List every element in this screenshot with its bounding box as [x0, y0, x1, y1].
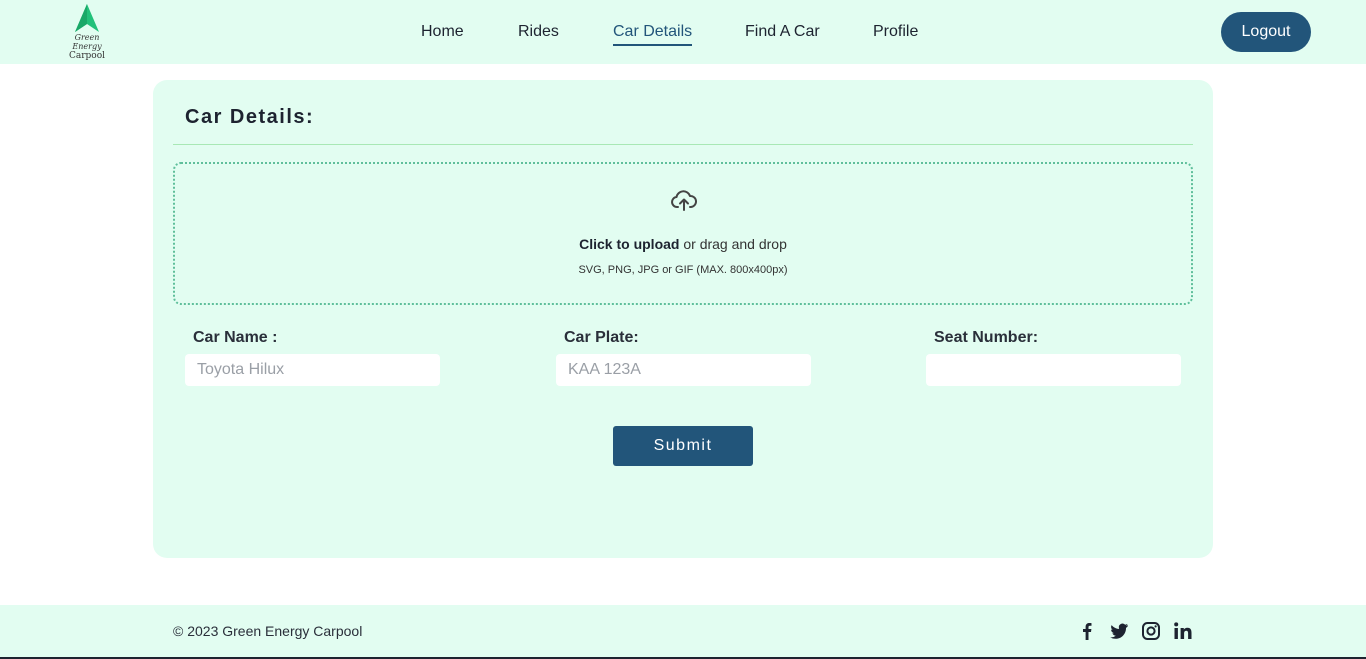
seat-number-label: Seat Number:	[934, 329, 1039, 346]
seat-number-input[interactable]	[926, 354, 1181, 386]
nav-home[interactable]: Home	[421, 22, 464, 42]
nav-rides[interactable]: Rides	[518, 22, 559, 42]
upload-format-hint: SVG, PNG, JPG or GIF (MAX. 800x400px)	[578, 264, 788, 276]
car-plate-input[interactable]	[556, 354, 811, 386]
submit-button[interactable]: Submit	[613, 426, 753, 466]
facebook-icon[interactable]	[1077, 621, 1097, 641]
card-title: Car Details:	[185, 106, 315, 128]
copyright-text: © 2023 Green Energy Carpool	[173, 623, 363, 639]
car-name-input[interactable]	[185, 354, 440, 386]
logo[interactable]: Green Energy Carpool	[60, 4, 114, 61]
arrow-up-icon	[75, 4, 99, 32]
nav-car-details[interactable]: Car Details	[613, 22, 693, 46]
click-to-upload-text[interactable]: Click to upload	[579, 236, 679, 252]
instagram-icon[interactable]	[1141, 621, 1161, 641]
top-nav-bar: Green Energy Carpool Home Rides Car Deta…	[0, 0, 1366, 64]
car-name-label: Car Name :	[193, 329, 278, 346]
nav-find-a-car[interactable]: Find A Car	[745, 22, 820, 42]
file-dropzone[interactable]: Click to upload or drag and drop SVG, PN…	[173, 162, 1193, 305]
nav-profile[interactable]: Profile	[873, 22, 918, 42]
cloud-upload-icon	[671, 190, 697, 211]
logo-text-line2: Carpool	[68, 51, 106, 61]
upload-instructions: Click to upload or drag and drop	[175, 236, 1191, 252]
drag-drop-text: or drag and drop	[679, 236, 787, 252]
divider	[173, 144, 1193, 145]
car-plate-label: Car Plate:	[564, 329, 639, 346]
twitter-icon[interactable]	[1109, 621, 1129, 641]
linkedin-icon[interactable]	[1173, 621, 1193, 641]
footer: © 2023 Green Energy Carpool	[0, 605, 1366, 657]
logo-text-line1: Green Energy	[72, 33, 102, 51]
logout-button[interactable]: Logout	[1221, 12, 1311, 52]
car-details-card: Car Details: Click to upload or drag and…	[153, 80, 1213, 558]
